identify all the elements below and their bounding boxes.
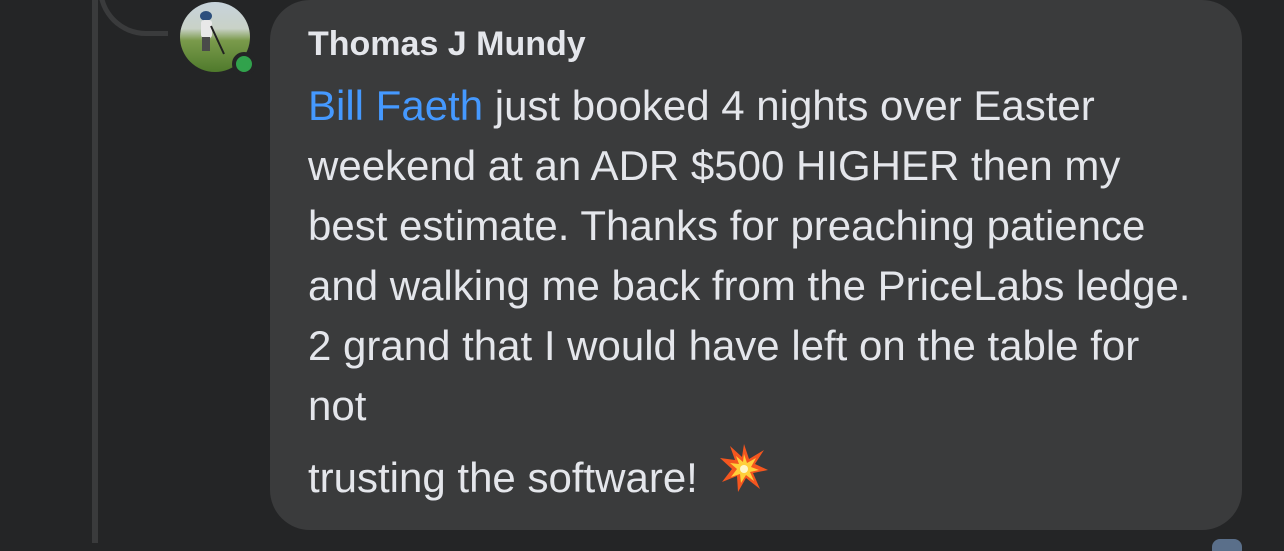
online-status-indicator [232, 52, 256, 76]
reply-connector [98, 0, 168, 36]
mention-link[interactable]: Bill Faeth [308, 82, 483, 129]
comment-body: just booked 4 nights over Easter weekend… [308, 82, 1191, 429]
comment-bubble: Thomas J Mundy Bill Faeth just booked 4 … [270, 0, 1242, 530]
comment-last-line-text: trusting the software! [308, 454, 698, 501]
comment-text: Bill Faeth just booked 4 nights over Eas… [308, 76, 1208, 510]
thread-line [92, 0, 98, 543]
comment-last-line: trusting the software! [308, 443, 1208, 510]
collision-icon [718, 442, 770, 510]
scroll-indicator [1212, 539, 1242, 551]
comment-author-name[interactable]: Thomas J Mundy [308, 25, 586, 64]
avatar[interactable] [180, 2, 256, 76]
